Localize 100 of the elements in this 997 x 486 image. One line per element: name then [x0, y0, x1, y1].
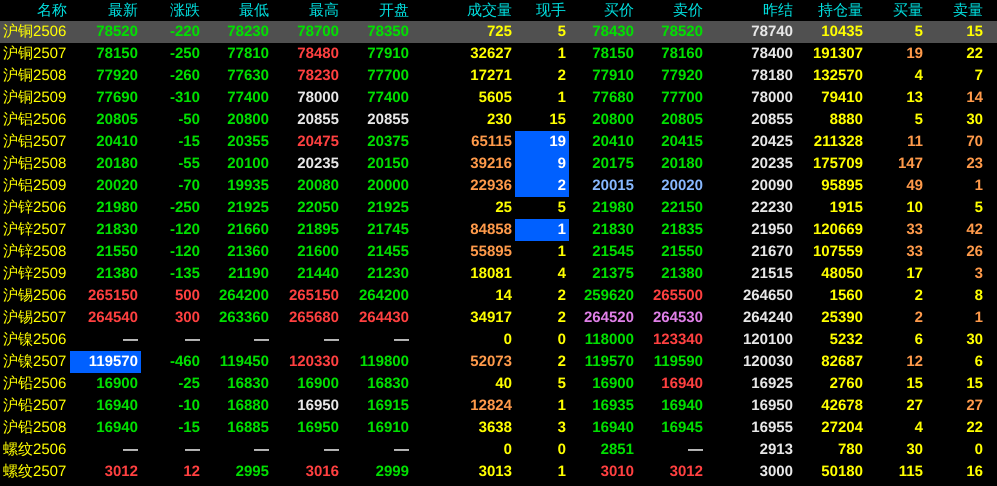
table-cell-text: 16900 [95, 374, 139, 394]
contract-name: 沪铅2508 [2, 418, 68, 438]
table-cell-text: 16945 [660, 418, 704, 438]
table-row[interactable]: 沪镍2507 119570 -460 119450 120330 119800 52073 2 119570 119590 120030 82687 12 6 [0, 351, 997, 373]
table-cell-text: 11 [906, 132, 924, 152]
table-row[interactable]: 沪铅2508 16940 -15 16885 16950 16910 3638 3 16940 16945 16955 27204 4 22 [0, 417, 997, 439]
table-row[interactable]: 沪锌2509 21380 -135 21190 21440 21230 18081 4 21375 21380 21515 48050 17 3 [0, 263, 997, 285]
table-cell-text: 21950 [750, 220, 794, 240]
table-cell-text: 20235 [296, 154, 340, 174]
table-cell-text: 120030 [742, 352, 794, 372]
table-cell-text: 12824 [469, 396, 513, 416]
column-header[interactable]: 昨结 [706, 0, 796, 21]
column-header[interactable]: 买量 [866, 0, 926, 21]
table-cell-text: 211328 [812, 132, 864, 152]
table-row[interactable]: 沪铝2508 20180 -55 20100 20235 20150 39216 9 20175 20180 20235 175709 147 23 [0, 153, 997, 175]
table-cell-text: 78480 [296, 44, 340, 64]
table-cell-text: 2913 [758, 440, 794, 460]
contract-name: 沪铜2509 [2, 88, 68, 108]
column-header[interactable]: 成交量 [412, 0, 515, 21]
table-row[interactable]: 沪铝2506 20805 -50 20800 20855 20855 230 15 20800 20805 20855 8880 5 30 [0, 109, 997, 131]
table-cell-text: 1915 [828, 198, 864, 218]
table-cell-text: 77810 [226, 44, 270, 64]
table-row[interactable]: 沪锌2507 21830 -120 21660 21895 21745 84858 1 21830 21835 21950 120669 33 42 [0, 219, 997, 241]
table-cell-text: 20415 [660, 132, 704, 152]
table-cell-text: -70 [177, 176, 201, 196]
table-cell-text: 16935 [591, 396, 635, 416]
table-cell-text: 3012 [668, 462, 704, 482]
table-cell-text: -55 [177, 154, 201, 174]
table-cell-text: 77400 [366, 88, 410, 108]
contract-name: 沪铝2509 [2, 176, 68, 196]
table-cell-text: 16950 [750, 396, 794, 416]
table-row[interactable]: 沪镍2506 — — — — — 0 0 118000 123340 120100 5232 6 30 [0, 329, 997, 351]
table-cell-text: 5 [556, 22, 567, 42]
table-cell-text: 48050 [820, 264, 864, 284]
table-cell-text: -220 [168, 22, 201, 42]
column-header[interactable]: 开盘 [342, 0, 412, 21]
column-header[interactable]: 最低 [203, 0, 272, 21]
table-row[interactable]: 沪铅2507 16940 -10 16880 16950 16915 12824 1 16935 16940 16950 42678 27 27 [0, 395, 997, 417]
column-header[interactable]: 卖价 [637, 0, 706, 21]
contract-name: 沪铜2507 [2, 44, 68, 64]
contract-name: 螺纹2506 [2, 440, 68, 460]
table-cell-text: 19935 [226, 176, 270, 196]
contract-name: 沪锌2508 [2, 242, 68, 262]
table-cell-text: 82687 [820, 352, 864, 372]
table-cell-text: 2 [556, 308, 567, 328]
table-cell-text: 20100 [226, 154, 270, 174]
table-cell-text: 77700 [366, 66, 410, 86]
table-cell-text: 27204 [820, 418, 864, 438]
table-row[interactable]: 沪铜2509 77690 -310 77400 78000 77400 5605 1 77680 77700 78000 79410 13 14 [0, 87, 997, 109]
table-cell-text: 20080 [296, 176, 340, 196]
table-cell-text: 40 [494, 374, 513, 394]
table-cell-text: 1 [556, 462, 567, 482]
table-cell-text: 26 [965, 242, 984, 262]
table-cell-text: 20475 [296, 132, 340, 152]
table-cell-text: 3 [974, 264, 984, 284]
table-row[interactable]: 沪锡2506 265150 500 264200 265150 264200 14 2 259620 265500 264650 1560 2 8 [0, 285, 997, 307]
column-header[interactable]: 买价 [569, 0, 637, 21]
column-header[interactable]: 最高 [272, 0, 342, 21]
table-cell-text: 20425 [750, 132, 794, 152]
table-row[interactable]: 沪锌2506 21980 -250 21925 22050 21925 25 5 21980 22150 22230 1915 10 5 [0, 197, 997, 219]
selected-row[interactable]: 沪铜2506 78520 -220 78230 78700 78350 725 5 78430 78520 78740 10435 5 15 [0, 21, 997, 43]
table-cell-text: 1 [556, 88, 567, 108]
contract-name: 沪铅2507 [2, 396, 68, 416]
table-row[interactable]: 沪铅2506 16900 -25 16830 16900 16830 40 5 16900 16940 16925 2760 15 15 [0, 373, 997, 395]
table-cell-text: 16940 [95, 396, 139, 416]
column-header[interactable]: 名称 [0, 0, 70, 21]
table-cell-text: 1 [556, 44, 567, 64]
table-row[interactable]: 沪锌2508 21550 -120 21360 21600 21455 55895 1 21545 21550 21670 107559 33 26 [0, 241, 997, 263]
table-row[interactable]: 沪铜2507 78150 -250 77810 78480 77910 32627 1 78150 78160 78400 191307 19 22 [0, 43, 997, 65]
table-cell-text: 42 [965, 220, 984, 240]
contract-name: 沪锡2507 [2, 308, 68, 328]
table-cell-text: 5605 [478, 88, 513, 108]
table-cell-text: 17 [905, 264, 924, 284]
table-cell-text: 21380 [660, 264, 704, 284]
column-header[interactable]: 现手 [515, 0, 569, 21]
table-row[interactable]: 沪锡2507 264540 300 263360 265680 264430 34917 2 264520 264530 264240 25390 2 1 [0, 307, 997, 329]
table-cell-text: 77700 [660, 88, 704, 108]
table-cell-text: 49 [905, 176, 924, 196]
table-cell-text: 16830 [226, 374, 270, 394]
column-header[interactable]: 最新 [70, 0, 141, 21]
column-header[interactable]: 持仓量 [796, 0, 866, 21]
table-cell-text: 52073 [469, 352, 513, 372]
table-row[interactable]: 沪铝2509 20020 -70 19935 20080 20000 22936 2 20015 20020 20090 95895 49 1 [0, 175, 997, 197]
table-row[interactable]: 沪铜2508 77920 -260 77630 78230 77700 17271 2 77910 77920 78180 132570 4 7 [0, 65, 997, 87]
table-cell-text: 1560 [828, 286, 864, 306]
table-row[interactable]: 沪铝2507 20410 -15 20355 20475 20375 65115 19 20410 20415 20425 211328 11 70 [0, 131, 997, 153]
column-header[interactable]: 涨跌 [141, 0, 203, 21]
table-cell-text: -50 [177, 110, 201, 130]
table-cell-text: -10 [177, 396, 201, 416]
table-row[interactable]: 螺纹2507 3012 12 2995 3016 2999 3013 1 3010 3012 3000 50180 115 16 [0, 461, 997, 483]
table-cell-text: 21980 [95, 198, 139, 218]
table-cell-text: 20150 [366, 154, 410, 174]
table-cell-text: 78160 [660, 44, 704, 64]
table-cell-text: 78430 [591, 22, 635, 42]
table-cell-text: 78400 [750, 44, 794, 64]
table-cell-text: 20375 [366, 132, 410, 152]
column-header[interactable]: 卖量 [926, 0, 986, 21]
table-row[interactable]: 螺纹2506 — — — — — 0 0 2851 — 2913 780 30 0 [0, 439, 997, 461]
table-cell-text: 263360 [218, 308, 270, 328]
table-cell-text: — [323, 440, 340, 460]
